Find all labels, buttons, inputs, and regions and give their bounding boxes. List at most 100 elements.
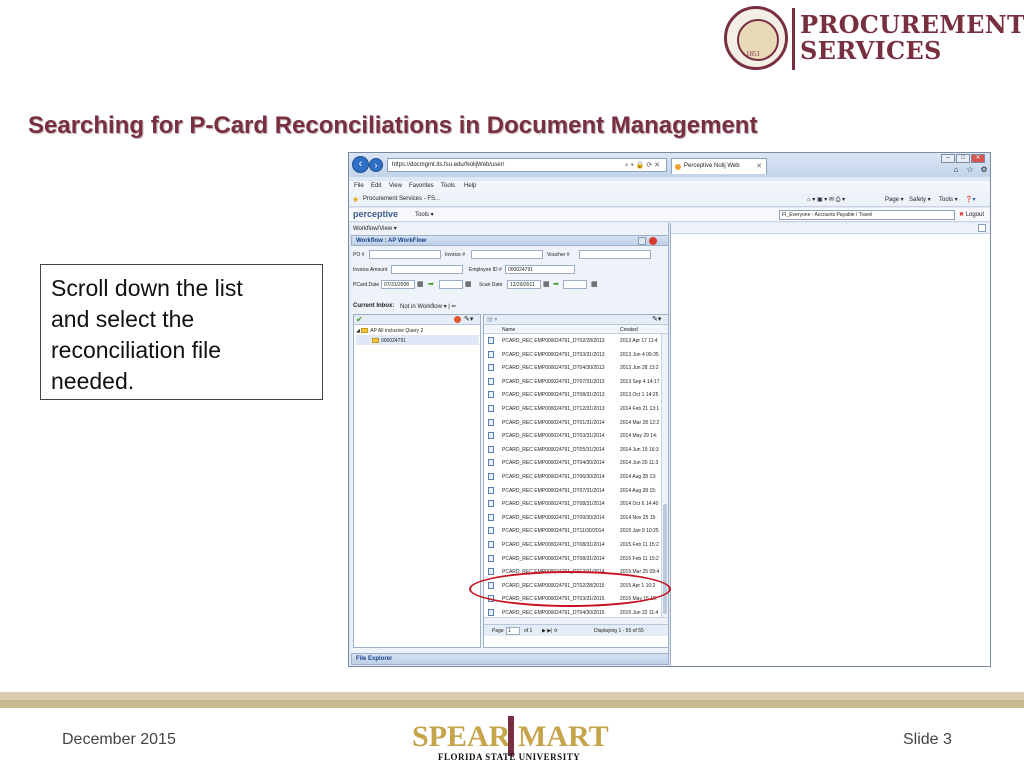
file-explorer-bar[interactable]: File Explorer bbox=[351, 653, 669, 665]
pcard-date-input[interactable]: 07/31/2008 bbox=[381, 280, 415, 289]
document-name: PCARD_REC EMP000024791_DT04/30/2013 bbox=[502, 365, 605, 372]
pcard-date-to-input[interactable] bbox=[439, 280, 463, 289]
footer-band-dark bbox=[0, 700, 1024, 708]
panel-close-icon[interactable] bbox=[649, 237, 657, 245]
scrollbar-thumb[interactable] bbox=[663, 504, 667, 614]
calendar-icon[interactable]: ▦ bbox=[465, 280, 472, 288]
tree-child-node[interactable]: 000024791 bbox=[372, 338, 406, 344]
document-row[interactable]: PCARD_REC EMP000024791_DT08/31/2013 2013 … bbox=[484, 388, 662, 402]
close-window-icon[interactable]: ✕ bbox=[971, 154, 985, 163]
document-viewer-pane bbox=[670, 223, 990, 666]
current-inbox-select[interactable]: Not in Workflow ▾ | ⇐ bbox=[400, 303, 457, 310]
stop-icon[interactable] bbox=[454, 316, 461, 323]
document-row[interactable]: PCARD_REC EMP000024791_DT04/30/2014 2014 … bbox=[484, 456, 662, 470]
document-row[interactable]: PCARD_REC EMP000024791_DT03/31/2013 2013 … bbox=[484, 348, 662, 362]
pager-nav-icons[interactable]: ▶ ▶| ⟳ bbox=[542, 628, 558, 634]
document-created: 2014 Jun 20 11:3 bbox=[620, 460, 659, 467]
document-created: 2014 Nov 25 15: bbox=[620, 514, 657, 521]
forward-arrow-icon[interactable]: › bbox=[369, 158, 383, 172]
spearmart-right-word: MART bbox=[518, 720, 609, 753]
document-row[interactable]: PCARD_REC EMP000024791_DT11/30/2014 2015 … bbox=[484, 524, 662, 538]
menu-tools[interactable]: Tools bbox=[441, 183, 455, 189]
menu-view[interactable]: View bbox=[389, 183, 402, 189]
tree-root-node[interactable]: ◢ AP All inclusive Query 2 bbox=[356, 328, 423, 334]
queue-select[interactable]: FI_Everyone - Accounts Payable / Travel bbox=[779, 210, 955, 220]
page-input[interactable]: 1 bbox=[506, 627, 520, 635]
workflow-view-menu[interactable]: Workflow/View ▾ bbox=[353, 225, 397, 232]
voucher-input[interactable] bbox=[579, 250, 651, 259]
calendar-icon[interactable]: ▦ bbox=[591, 280, 598, 288]
document-row[interactable]: PCARD_REC EMP000024791_DT09/30/2014 2014 … bbox=[484, 511, 662, 525]
tree-root-label: AP All inclusive Query 2 bbox=[370, 328, 424, 334]
invoice-amount-input[interactable] bbox=[391, 265, 463, 274]
po-input[interactable] bbox=[369, 250, 441, 259]
pencil-icon[interactable]: ✎▾ bbox=[652, 315, 661, 323]
document-row[interactable]: PCARD_REC EMP000024791_DT08/31/2014 2014 … bbox=[484, 497, 662, 511]
column-name[interactable]: Name bbox=[502, 327, 515, 333]
vertical-scrollbar[interactable] bbox=[661, 334, 668, 617]
minimize-icon[interactable]: – bbox=[941, 154, 955, 163]
doclist-header: Name Created bbox=[484, 325, 668, 334]
document-created: 2014 Feb 21 13:1 bbox=[620, 406, 660, 412]
document-icon bbox=[488, 568, 494, 576]
document-icon bbox=[488, 432, 494, 440]
callout-text: Scroll down the list and select the reco… bbox=[51, 275, 243, 394]
back-arrow-icon[interactable]: ‹ bbox=[352, 156, 369, 173]
menu-help[interactable]: Help bbox=[464, 183, 476, 189]
document-row[interactable]: PCARD_REC EMP000024791_DT07/31/2014 2014 … bbox=[484, 484, 662, 498]
document-created: 2013 Oct 1 14:25 bbox=[620, 392, 659, 399]
employee-id-input[interactable]: 000024791 bbox=[505, 265, 575, 274]
menu-file[interactable]: File bbox=[354, 183, 364, 189]
document-row[interactable]: PCARD_REC EMP000024791_DT08/31/2014 2015 … bbox=[484, 538, 662, 552]
favorites-star-icon[interactable]: ☆ bbox=[963, 166, 977, 175]
command-icons[interactable]: ⌂ ▾ ▣ ▾ ✉ ⎙ ▾ bbox=[807, 196, 845, 204]
invoice-input[interactable] bbox=[471, 250, 543, 259]
document-row[interactable]: PCARD_REC EMP000024791_DT07/31/2013 2013 … bbox=[484, 375, 662, 389]
document-row[interactable]: PCARD_REC EMP000024791_DT06/30/2014 2014 … bbox=[484, 470, 662, 484]
address-bar[interactable]: https://docmgmt.its.fsu.edu/NolijWeb/use… bbox=[387, 158, 667, 172]
document-row[interactable]: PCARD_REC EMP000024791_DT04/30/2013 2013 … bbox=[484, 361, 662, 375]
favorites-star-icon[interactable]: ★ bbox=[352, 195, 359, 204]
document-name: PCARD_REC EMP000024791_DT05/31/2014 bbox=[502, 446, 605, 453]
tab-close-icon[interactable]: ✕ bbox=[756, 162, 762, 170]
calendar-icon[interactable]: ▦ bbox=[417, 280, 424, 288]
safety-menu[interactable]: Safety ▾ bbox=[909, 196, 931, 203]
document-row[interactable]: PCARD_REC EMP000024791_DT02/28/2013 2013 … bbox=[484, 334, 662, 348]
view-toggle-icon[interactable]: ▤ ▾ bbox=[487, 316, 497, 323]
horizontal-scrollbar[interactable] bbox=[484, 617, 668, 624]
favorite-link[interactable]: Procurement Services - FS... bbox=[363, 196, 440, 202]
document-created: 2013 Sep 4 14:17 bbox=[620, 378, 660, 385]
browser-tab[interactable]: Perceptive Nolij Web ✕ bbox=[671, 158, 767, 174]
document-row[interactable]: PCARD_REC EMP000024791_DT01/31/2014 2014 … bbox=[484, 416, 662, 430]
column-created[interactable]: Created bbox=[620, 327, 638, 333]
document-name: PCARD_REC EMP000024791_DT08/31/2014 bbox=[502, 501, 605, 508]
panel-options-icon[interactable] bbox=[638, 237, 646, 245]
scan-date-input[interactable]: 12/29/2011 bbox=[507, 280, 541, 289]
document-row[interactable]: PCARD_REC EMP000024791_DT05/31/2014 2014 … bbox=[484, 443, 662, 457]
page-menu[interactable]: Page ▾ bbox=[885, 196, 904, 203]
slide-title: Searching for P-Card Reconciliations in … bbox=[28, 112, 758, 139]
favorites-bar: ★ Procurement Services - FS... ⌂ ▾ ▣ ▾ ✉… bbox=[349, 193, 990, 207]
settings-gear-icon[interactable]: ⚙ bbox=[977, 166, 990, 175]
tools-menu[interactable]: Tools ▾ bbox=[939, 196, 958, 203]
home-icon[interactable]: ⌂ bbox=[949, 166, 963, 175]
scan-date-to-input[interactable] bbox=[563, 280, 587, 289]
document-row[interactable]: PCARD_REC EMP000024791_DT12/31/2013 2014 … bbox=[484, 402, 662, 416]
slide-number: Slide 3 bbox=[903, 731, 952, 748]
menu-favorites[interactable]: Favorites bbox=[409, 183, 434, 189]
menu-edit[interactable]: Edit bbox=[371, 183, 381, 189]
viewer-maximize-icon[interactable] bbox=[978, 224, 986, 232]
checkmark-icon[interactable]: ✔ bbox=[356, 315, 363, 324]
maximize-icon[interactable]: □ bbox=[956, 154, 970, 163]
help-icon[interactable]: ❓▾ bbox=[965, 196, 975, 203]
document-row[interactable]: PCARD_REC EMP000024791_DT08/31/2014 2015 … bbox=[484, 552, 662, 566]
calendar-icon[interactable]: ▦ bbox=[543, 280, 550, 288]
document-icon bbox=[488, 377, 494, 385]
logout-button[interactable]: Logout bbox=[959, 211, 984, 218]
document-icon bbox=[488, 486, 494, 494]
pencil-icon[interactable]: ✎▾ bbox=[464, 315, 473, 323]
document-name: PCARD_REC EMP000024791_DT08/31/2013 bbox=[502, 392, 605, 399]
perceptive-tools-menu[interactable]: Tools ▾ bbox=[415, 211, 434, 218]
document-name: PCARD_REC EMP000024791_DT08/31/2014 bbox=[502, 542, 605, 548]
document-row[interactable]: PCARD_REC EMP000024791_DT03/31/2014 2014 … bbox=[484, 429, 662, 443]
